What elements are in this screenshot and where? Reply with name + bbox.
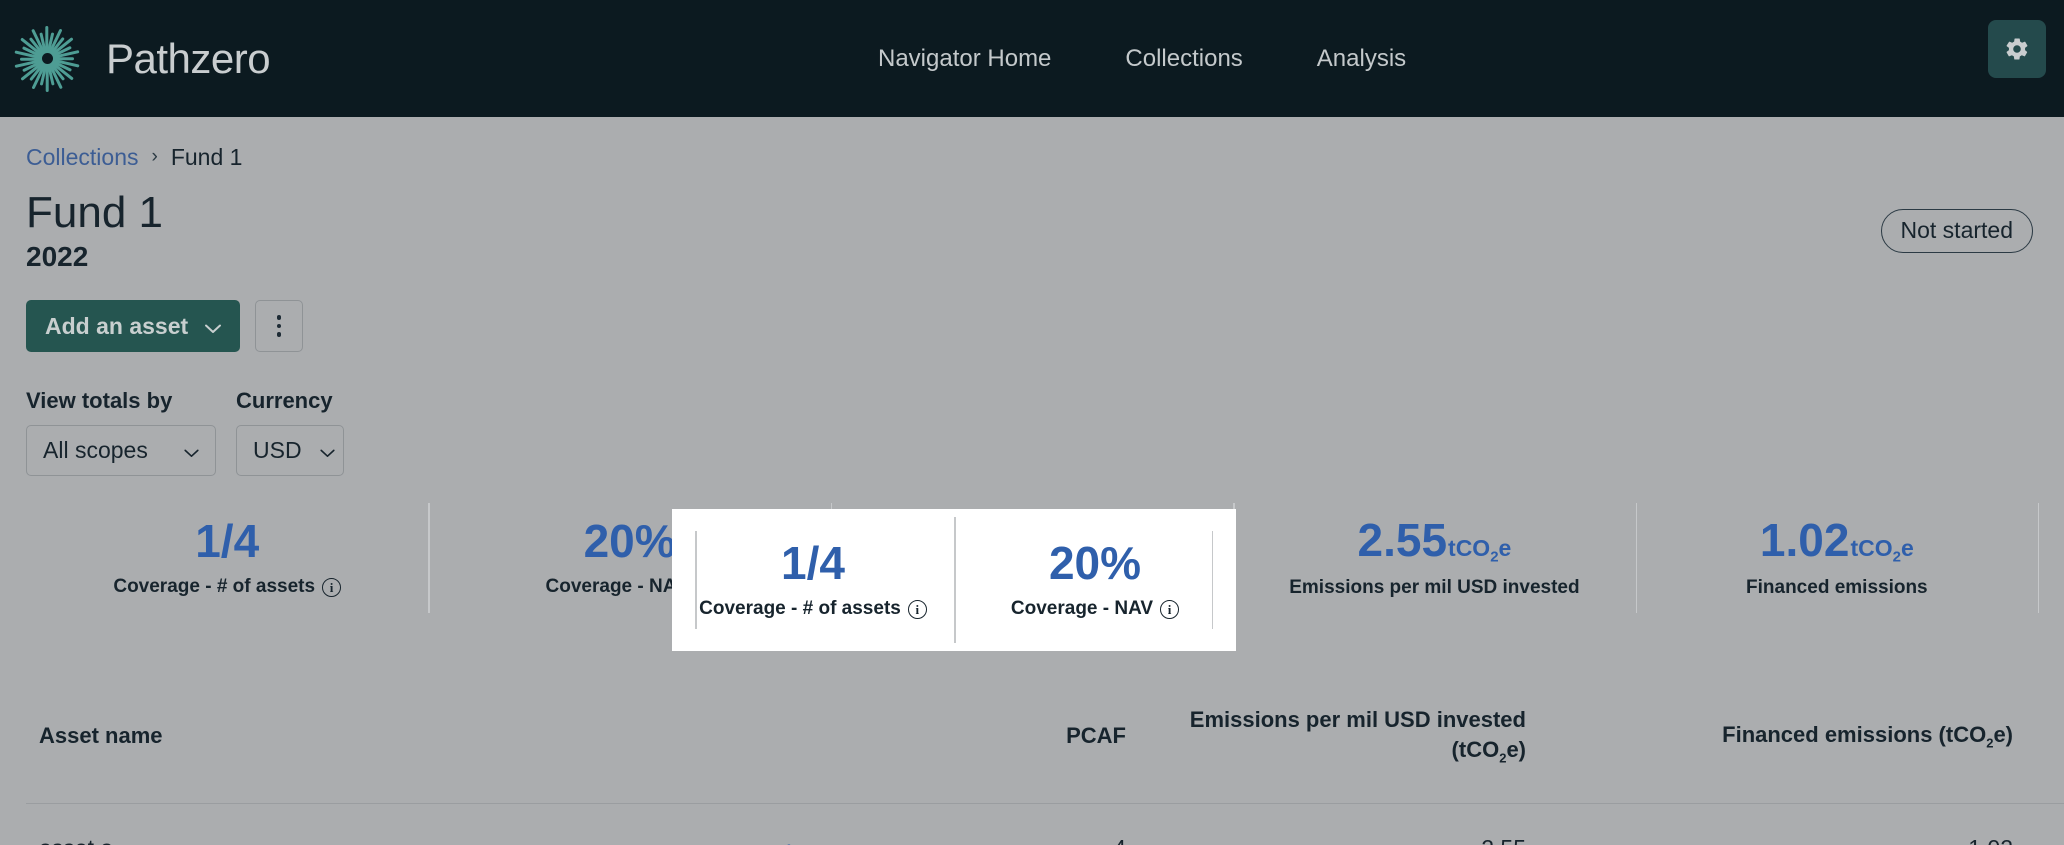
metric-label-text: Financed emissions xyxy=(1746,576,1928,598)
view-totals-label: View totals by xyxy=(26,388,173,414)
column-header-actions xyxy=(2026,671,2064,804)
metric-number: 1.02 xyxy=(1759,514,1850,567)
currency-label: Currency xyxy=(236,388,333,414)
view-totals-field: View totals by All scopes xyxy=(26,388,216,477)
chevron-right-icon[interactable]: › xyxy=(787,834,796,845)
page-subtitle-year: 2022 xyxy=(26,241,89,273)
metric-label-text: Coverage - # of assets xyxy=(113,576,316,597)
cell-financed-emissions: 1.02 xyxy=(1526,803,2026,845)
metric-label-text: Coverage - # of assets xyxy=(699,598,901,619)
more-options-button[interactable] xyxy=(255,300,304,353)
chevron-down-icon xyxy=(205,313,222,340)
metric-label: Coverage - # of assets i xyxy=(699,598,927,620)
page-title-group: Fund 1 2022 xyxy=(26,188,163,273)
breadcrumb-collections[interactable]: Collections xyxy=(26,144,139,171)
cell-asset-name: asset a xyxy=(26,803,666,845)
metric-value: 20% xyxy=(1048,537,1142,589)
view-totals-value: All scopes xyxy=(43,437,148,464)
nav-link-analysis[interactable]: Analysis xyxy=(1317,45,1406,73)
breadcrumb: Collections › Fund 1 xyxy=(26,117,2038,171)
column-header-financed-emissions[interactable]: Financed emissions (tCO2e) xyxy=(1526,671,2026,804)
column-header-pcaf[interactable]: PCAF xyxy=(916,671,1126,804)
kebab-menu-icon xyxy=(276,315,282,337)
page-title: Fund 1 xyxy=(26,188,163,237)
header-line-1: Emissions per mil USD invested xyxy=(1189,707,1526,732)
settings-button[interactable] xyxy=(1988,20,2046,78)
info-icon[interactable]: i xyxy=(322,577,342,597)
metric-number: 2.55 xyxy=(1357,514,1448,567)
metric-label: Financed emissions xyxy=(1746,577,1928,599)
cell-expand[interactable]: › xyxy=(666,803,916,845)
header-line-2: (tCO2e) xyxy=(1451,736,1526,766)
chevron-right-icon: › xyxy=(151,145,158,167)
add-asset-label: Add an asset xyxy=(45,312,189,339)
top-navigation-bar: Pathzero Navigator Home Collections Anal… xyxy=(0,0,2064,117)
currency-select[interactable]: USD xyxy=(236,425,344,477)
cell-pcaf: 4 xyxy=(916,803,1126,845)
page-content: Collections › Fund 1 Fund 1 2022 Not sta… xyxy=(0,117,2064,845)
metric-unit: tCO2e xyxy=(1448,535,1512,566)
overlay-metric-coverage-assets: 1/4 Coverage - # of assets i xyxy=(672,509,954,651)
column-header-asset-name[interactable]: Asset name xyxy=(26,671,666,804)
currency-value: USD xyxy=(253,437,302,464)
metric-value: 1/4 xyxy=(781,537,845,589)
metric-financed-emissions: 1.02 tCO2e Financed emissions xyxy=(1635,495,2040,621)
brand[interactable]: Pathzero xyxy=(8,20,271,98)
chevron-down-icon xyxy=(184,437,199,464)
metric-value: 2.55 tCO2e xyxy=(1358,517,1512,565)
coverage-overlay-card: 1/4 Coverage - # of assets i 20% Coverag… xyxy=(672,509,1236,651)
overlay-metric-coverage-nav: 20% Coverage - NAV i xyxy=(954,509,1236,651)
metric-label: Emissions per mil USD invested xyxy=(1289,577,1579,599)
metric-unit: tCO2e xyxy=(1850,535,1914,566)
assets-table-container: Asset name PCAF Emissions per mil USD in… xyxy=(26,671,2064,845)
metric-label-text: Coverage - NAV xyxy=(1010,598,1154,619)
table-header: Asset name PCAF Emissions per mil USD in… xyxy=(26,671,2064,804)
breadcrumb-current: Fund 1 xyxy=(170,144,243,170)
actions-toolbar: Add an asset xyxy=(26,300,2038,353)
logo-hub xyxy=(41,53,53,64)
nav-link-collections[interactable]: Collections xyxy=(1125,45,1242,73)
metric-value: 1/4 xyxy=(195,515,260,567)
metric-label-text: Emissions per mil USD invested xyxy=(1289,576,1580,598)
status-badge: Not started xyxy=(1880,209,2033,253)
metric-emissions-per-mil: 2.55 tCO2e Emissions per mil USD investe… xyxy=(1233,495,1635,621)
page-header: Fund 1 2022 Not started xyxy=(26,188,2038,273)
column-header-emissions-per-mil[interactable]: Emissions per mil USD invested (tCO2e) xyxy=(1126,671,1526,804)
metric-label: Coverage - # of assets i xyxy=(113,576,342,598)
nav-link-navigator-home[interactable]: Navigator Home xyxy=(878,45,1051,73)
chevron-down-icon xyxy=(319,437,335,464)
metric-value: 20% xyxy=(583,515,676,567)
table-body: asset a › 4 2.55 1.02 asset b › xyxy=(26,803,2064,845)
metric-label-text: Coverage - NAV xyxy=(545,576,688,597)
cell-emissions-per-mil: 2.55 xyxy=(1126,803,1526,845)
column-header-expand xyxy=(666,671,916,804)
metric-coverage-assets: 1/4 Coverage - # of assets i xyxy=(26,495,428,621)
sunburst-logo-icon xyxy=(8,20,86,98)
info-icon[interactable]: i xyxy=(907,599,927,619)
add-asset-button[interactable]: Add an asset xyxy=(26,300,241,353)
assets-table: Asset name PCAF Emissions per mil USD in… xyxy=(26,671,2064,845)
table-header-row: Asset name PCAF Emissions per mil USD in… xyxy=(26,671,2064,804)
table-row[interactable]: asset a › 4 2.55 1.02 xyxy=(26,803,2064,845)
metric-value: 1.02 tCO2e xyxy=(1760,517,1914,565)
primary-nav: Navigator Home Collections Analysis xyxy=(878,45,1406,73)
filters-row: View totals by All scopes Currency USD xyxy=(26,388,2038,477)
metric-label: Coverage - NAV i xyxy=(1010,598,1180,620)
gear-icon xyxy=(2004,36,2030,62)
currency-field: Currency USD xyxy=(236,388,344,477)
cell-row-actions[interactable] xyxy=(2026,803,2064,845)
view-totals-select[interactable]: All scopes xyxy=(26,425,216,477)
info-icon[interactable]: i xyxy=(1160,599,1180,619)
brand-name: Pathzero xyxy=(106,34,271,82)
